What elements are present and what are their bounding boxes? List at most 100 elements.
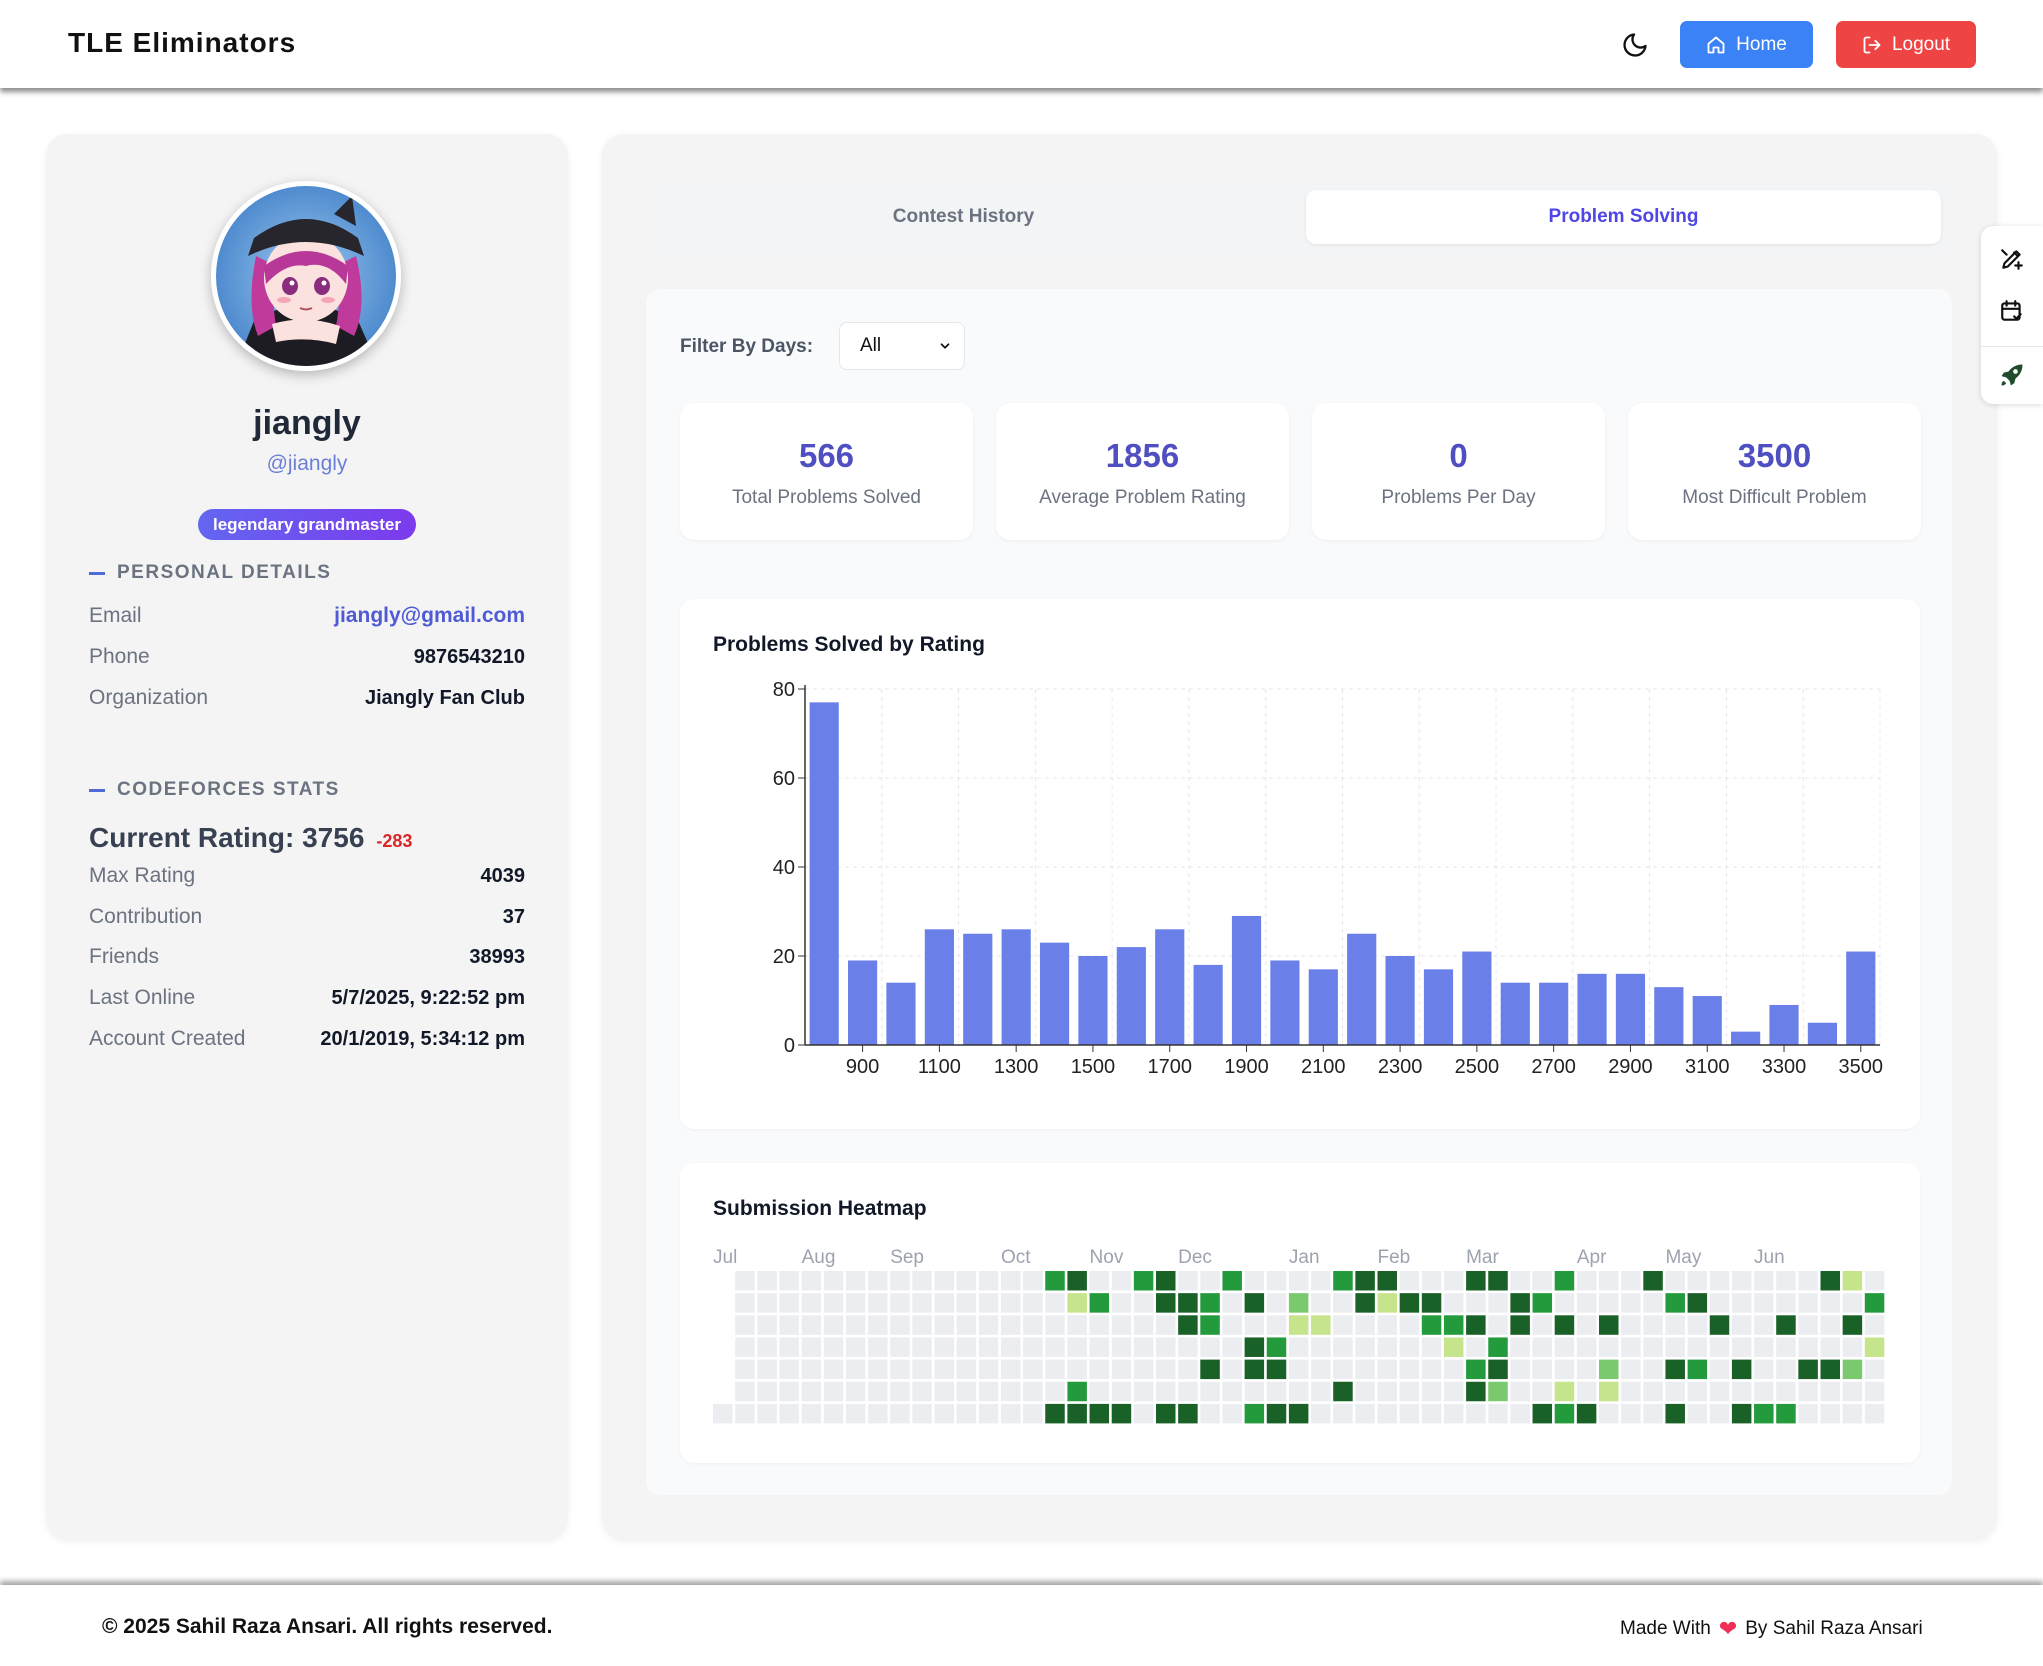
heatmap-cell[interactable] [1311, 1271, 1331, 1291]
heatmap-cell[interactable] [1023, 1315, 1043, 1335]
heatmap-cell[interactable] [1532, 1403, 1553, 1424]
heatmap-cell[interactable] [801, 1403, 822, 1424]
heatmap-cell[interactable] [735, 1293, 755, 1313]
heatmap-cell[interactable] [1754, 1337, 1774, 1357]
heatmap-cell[interactable] [1266, 1271, 1287, 1291]
heatmap-cell[interactable] [956, 1271, 977, 1291]
heatmap-cell[interactable] [1089, 1381, 1110, 1402]
heatmap-cell[interactable] [956, 1381, 977, 1402]
heatmap-cell[interactable] [868, 1337, 888, 1357]
heatmap-cell[interactable] [1266, 1359, 1287, 1380]
heatmap-cell[interactable] [1731, 1403, 1752, 1424]
heatmap-cell[interactable] [1599, 1359, 1619, 1380]
heatmap-cell[interactable] [1045, 1271, 1065, 1291]
heatmap-cell[interactable] [1665, 1403, 1685, 1424]
heatmap-cell[interactable] [1355, 1293, 1375, 1313]
chart-bar[interactable] [886, 982, 916, 1045]
heatmap-cell[interactable] [1111, 1271, 1132, 1291]
heatmap-cell[interactable] [779, 1293, 799, 1313]
heatmap-cell[interactable] [1288, 1381, 1309, 1402]
heatmap-cell[interactable] [1222, 1271, 1242, 1291]
heatmap-cell[interactable] [1776, 1337, 1796, 1357]
heatmap-cell[interactable] [801, 1337, 822, 1357]
heatmap-cell[interactable] [823, 1403, 844, 1424]
heatmap-cell[interactable] [1864, 1381, 1885, 1402]
heatmap-cell[interactable] [1599, 1403, 1619, 1424]
heatmap-cell[interactable] [1488, 1381, 1508, 1402]
heatmap-cell[interactable] [1333, 1381, 1353, 1402]
chart-bar[interactable] [1769, 1004, 1799, 1045]
heatmap-cell[interactable] [1443, 1381, 1464, 1402]
heatmap-cell[interactable] [1665, 1315, 1685, 1335]
heatmap-cell[interactable] [1266, 1337, 1287, 1357]
heatmap-cell[interactable] [1754, 1315, 1774, 1335]
heatmap-cell[interactable] [956, 1403, 977, 1424]
heatmap-cell[interactable] [1023, 1403, 1043, 1424]
heatmap-cell[interactable] [735, 1381, 755, 1402]
heatmap-cell[interactable] [1377, 1293, 1398, 1313]
heatmap-cell[interactable] [934, 1337, 955, 1357]
heatmap-cell[interactable] [823, 1381, 844, 1402]
heatmap-cell[interactable] [1156, 1271, 1176, 1291]
heatmap-cell[interactable] [890, 1381, 910, 1402]
heatmap-cell[interactable] [1443, 1271, 1464, 1291]
heatmap-cell[interactable] [934, 1293, 955, 1313]
heatmap-cell[interactable] [1333, 1315, 1353, 1335]
chart-bar[interactable] [1155, 929, 1185, 1045]
heatmap-cell[interactable] [1820, 1315, 1841, 1335]
heatmap-cell[interactable] [1443, 1359, 1464, 1380]
heatmap-cell[interactable] [823, 1315, 844, 1335]
heatmap-cell[interactable] [757, 1403, 777, 1424]
chart-bar[interactable] [1231, 915, 1262, 1045]
heatmap-cell[interactable] [1776, 1359, 1796, 1380]
heatmap-cell[interactable] [1311, 1403, 1331, 1424]
heatmap-cell[interactable] [1311, 1359, 1331, 1380]
heatmap-cell[interactable] [1067, 1315, 1087, 1335]
heatmap-cell[interactable] [1333, 1337, 1353, 1357]
heatmap-cell[interactable] [890, 1337, 910, 1357]
heatmap-cell[interactable] [1842, 1359, 1863, 1380]
heatmap-cell[interactable] [1178, 1403, 1198, 1424]
heatmap-cell[interactable] [1023, 1359, 1043, 1380]
heatmap-cell[interactable] [1000, 1271, 1021, 1291]
heatmap-cell[interactable] [934, 1315, 955, 1335]
heatmap-cell[interactable] [1599, 1293, 1619, 1313]
chart-bar[interactable] [1500, 982, 1530, 1045]
heatmap-cell[interactable] [1532, 1337, 1553, 1357]
heatmap-cell[interactable] [1421, 1381, 1442, 1402]
heatmap-cell[interactable] [868, 1271, 888, 1291]
heatmap-cell[interactable] [1000, 1359, 1021, 1380]
heatmap-cell[interactable] [890, 1315, 910, 1335]
heatmap-cell[interactable] [1421, 1271, 1442, 1291]
heatmap-cell[interactable] [1466, 1271, 1486, 1291]
dock-calendar-button[interactable] [1993, 292, 2031, 330]
heatmap-cell[interactable] [1488, 1271, 1508, 1291]
heatmap-cell[interactable] [978, 1403, 999, 1424]
heatmap-cell[interactable] [1842, 1271, 1863, 1291]
email-link[interactable]: jiangly@gmail.com [334, 604, 525, 628]
heatmap-cell[interactable] [1687, 1271, 1708, 1291]
heatmap-cell[interactable] [1178, 1271, 1198, 1291]
heatmap-cell[interactable] [757, 1337, 777, 1357]
heatmap-cell[interactable] [1754, 1359, 1774, 1380]
heatmap-cell[interactable] [1399, 1381, 1420, 1402]
heatmap-cell[interactable] [1820, 1337, 1841, 1357]
heatmap-cell[interactable] [978, 1359, 999, 1380]
heatmap-cell[interactable] [1266, 1403, 1287, 1424]
heatmap-cell[interactable] [978, 1381, 999, 1402]
heatmap-cell[interactable] [1111, 1381, 1132, 1402]
heatmap-cell[interactable] [1554, 1293, 1575, 1313]
heatmap-cell[interactable] [1311, 1337, 1331, 1357]
heatmap-cell[interactable] [1709, 1403, 1730, 1424]
heatmap-cell[interactable] [1532, 1271, 1553, 1291]
heatmap-cell[interactable] [912, 1337, 932, 1357]
heatmap-cell[interactable] [1643, 1315, 1663, 1335]
heatmap-cell[interactable] [1200, 1293, 1220, 1313]
heatmap-cell[interactable] [1311, 1315, 1331, 1335]
heatmap-cell[interactable] [868, 1403, 888, 1424]
heatmap-cell[interactable] [1864, 1315, 1885, 1335]
heatmap-cell[interactable] [1643, 1359, 1663, 1380]
chart-bar[interactable] [1193, 964, 1223, 1045]
heatmap-cell[interactable] [912, 1403, 932, 1424]
heatmap-cell[interactable] [1045, 1337, 1065, 1357]
